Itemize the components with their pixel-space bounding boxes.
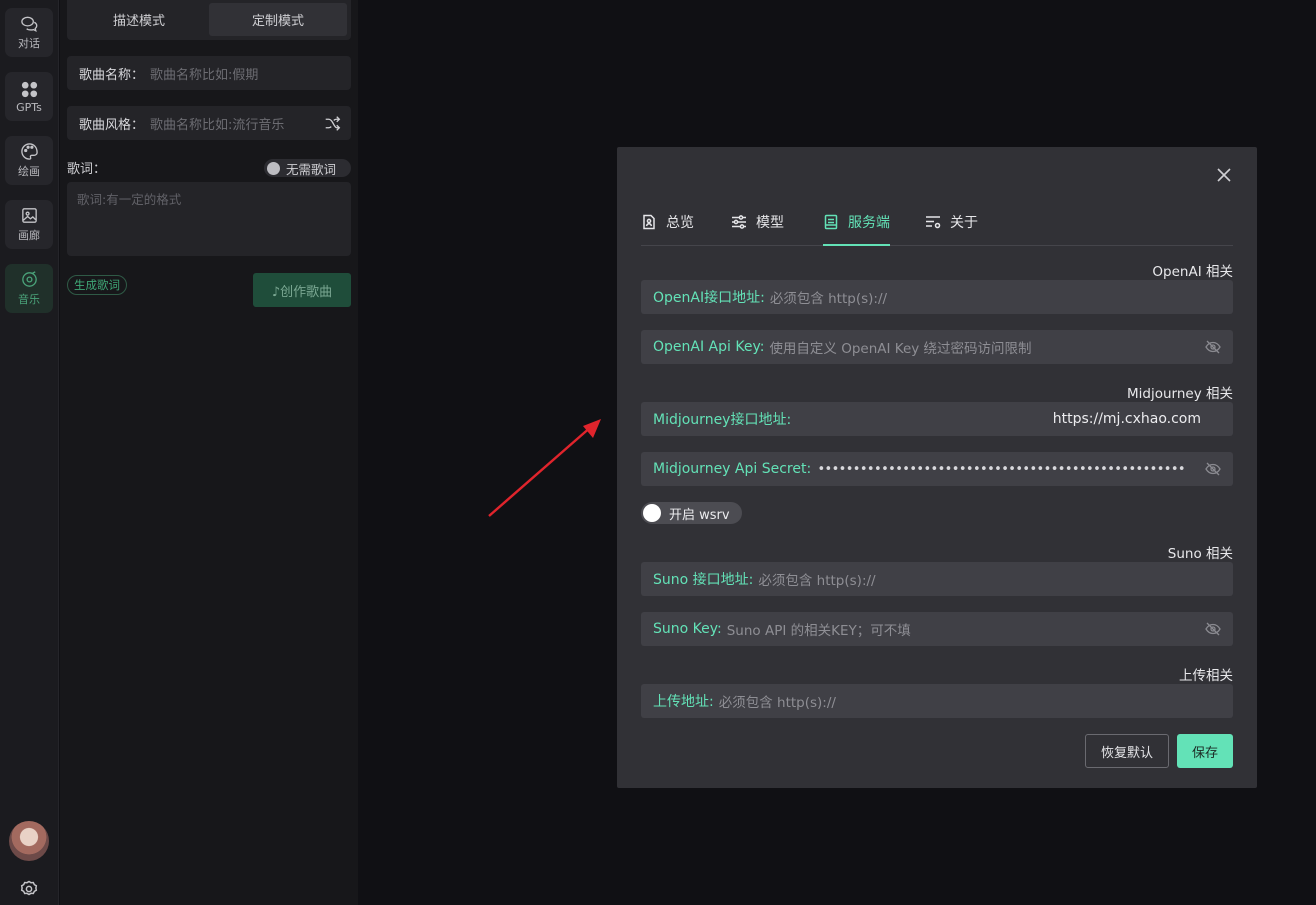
settings-modal: 总览 模型 服务端 关于 OpenAI 相关 OpenAI接口地址: 必须包含 …	[617, 147, 1257, 788]
apps-grid-icon	[21, 81, 37, 97]
openai-key-input[interactable]: OpenAI Api Key: 使用自定义 OpenAI Key 绕过密码访问限…	[641, 330, 1233, 364]
suno-section-title: Suno 相关	[1167, 546, 1233, 562]
mode-switch: 描述模式 定制模式	[67, 0, 351, 40]
music-disc-icon	[21, 271, 37, 287]
eye-off-icon[interactable]	[1205, 622, 1221, 636]
shuffle-icon[interactable]	[324, 115, 341, 132]
suno-key-input[interactable]: Suno Key: Suno API 的相关KEY；可不填	[641, 612, 1233, 646]
avatar[interactable]	[9, 821, 49, 861]
wsrv-label: 开启 wsrv	[669, 507, 730, 523]
tab-label: 关于	[950, 215, 978, 231]
chat-icon	[20, 16, 37, 32]
annotation-arrow	[488, 419, 601, 517]
song-name-label: 歌曲名称：	[79, 67, 145, 83]
upload-url-placeholder: 必须包含 http(s)://	[718, 695, 836, 711]
midjourney-secret-value: ••••••••••••••••••••••••••••••••••••••••…	[817, 461, 1185, 477]
openai-key-placeholder: 使用自定义 OpenAI Key 绕过密码访问限制	[769, 341, 1032, 357]
rail-label: 画廊	[18, 229, 40, 242]
midjourney-section-title: Midjourney 相关	[1127, 386, 1233, 402]
create-song-button[interactable]: ♪创作歌曲	[253, 273, 351, 307]
upload-url-input[interactable]: 上传地址: 必须包含 http(s)://	[641, 684, 1233, 718]
toggle-knob	[267, 161, 280, 175]
gear-icon[interactable]	[19, 879, 39, 899]
image-icon	[21, 208, 37, 223]
music-panel: 描述模式 定制模式 歌曲名称： 歌曲名称比如:假期 歌曲风格： 歌曲名称比如:流…	[60, 0, 358, 905]
openai-key-label: OpenAI Api Key:	[653, 339, 765, 355]
tab-model[interactable]: 模型	[731, 212, 784, 246]
upload-url-label: 上传地址:	[653, 694, 714, 710]
toggle-knob	[643, 504, 661, 522]
rail-item-music[interactable]: 音乐	[5, 264, 53, 313]
song-style-field[interactable]: 歌曲风格： 歌曲名称比如:流行音乐	[67, 106, 351, 140]
rail-label: GPTs	[16, 100, 42, 114]
suno-key-placeholder: Suno API 的相关KEY；可不填	[726, 623, 911, 639]
rail-label: 绘画	[18, 165, 40, 178]
midjourney-url-input[interactable]: Midjourney接口地址: https://mj.cxhao.com	[641, 402, 1233, 436]
settings-tabs: 总览 模型 服务端 关于	[641, 212, 1233, 246]
tab-custom-mode[interactable]: 定制模式	[209, 3, 347, 36]
tab-overview[interactable]: 总览	[641, 212, 694, 246]
left-rail: 对话 GPTs 绘画 画廊 音乐	[0, 0, 59, 905]
rail-item-gpts[interactable]: GPTs	[5, 72, 53, 121]
tab-server[interactable]: 服务端	[823, 212, 890, 246]
song-name-placeholder: 歌曲名称比如:假期	[150, 67, 259, 83]
midjourney-secret-label: Midjourney Api Secret:	[653, 461, 812, 477]
rail-label: 对话	[18, 37, 40, 50]
tab-label: 总览	[666, 215, 694, 231]
upload-section-title: 上传相关	[1179, 668, 1233, 684]
lyrics-input[interactable]: 歌词:有一定的格式	[67, 182, 351, 256]
reset-defaults-button[interactable]: 恢复默认	[1085, 734, 1169, 768]
save-button[interactable]: 保存	[1177, 734, 1233, 768]
suno-key-label: Suno Key:	[653, 621, 722, 637]
settings-list-icon	[926, 216, 941, 229]
tab-describe-mode[interactable]: 描述模式	[70, 3, 208, 36]
tab-label: 服务端	[848, 215, 890, 231]
overview-doc-icon	[643, 214, 655, 230]
openai-section-title: OpenAI 相关	[1152, 264, 1233, 280]
no-lyrics-label: 无需歌词	[286, 161, 337, 177]
server-icon	[824, 214, 838, 230]
wsrv-toggle[interactable]: 开启 wsrv	[641, 502, 742, 524]
midjourney-url-value: https://mj.cxhao.com	[1052, 411, 1201, 427]
suno-url-label: Suno 接口地址:	[653, 572, 754, 588]
tab-about[interactable]: 关于	[925, 212, 978, 246]
no-lyrics-toggle[interactable]: 无需歌词	[264, 159, 351, 177]
midjourney-url-label: Midjourney接口地址:	[653, 412, 792, 428]
openai-url-placeholder: 必须包含 http(s)://	[769, 291, 888, 307]
suno-url-input[interactable]: Suno 接口地址: 必须包含 http(s)://	[641, 562, 1233, 596]
song-style-label: 歌曲风格：	[79, 117, 145, 133]
song-style-placeholder: 歌曲名称比如:流行音乐	[150, 117, 285, 133]
tab-label: 模型	[756, 215, 784, 231]
song-name-field[interactable]: 歌曲名称： 歌曲名称比如:假期	[67, 56, 351, 90]
palette-icon	[20, 143, 38, 160]
openai-url-label: OpenAI接口地址:	[653, 290, 765, 306]
openai-url-input[interactable]: OpenAI接口地址: 必须包含 http(s)://	[641, 280, 1233, 314]
suno-url-placeholder: 必须包含 http(s)://	[758, 573, 876, 589]
lyrics-placeholder: 歌词:有一定的格式	[77, 192, 182, 207]
rail-item-gallery[interactable]: 画廊	[5, 200, 53, 249]
sliders-icon	[732, 215, 746, 229]
rail-label: 音乐	[18, 293, 40, 306]
generate-lyrics-button[interactable]: 生成歌词	[67, 275, 127, 295]
rail-item-draw[interactable]: 绘画	[5, 136, 53, 185]
eye-off-icon[interactable]	[1205, 340, 1221, 354]
close-icon[interactable]	[1217, 168, 1231, 182]
rail-item-chat[interactable]: 对话	[5, 8, 53, 57]
lyrics-label: 歌词：	[67, 162, 107, 177]
midjourney-secret-input[interactable]: Midjourney Api Secret: •••••••••••••••••…	[641, 452, 1233, 486]
eye-off-icon[interactable]	[1205, 462, 1221, 476]
